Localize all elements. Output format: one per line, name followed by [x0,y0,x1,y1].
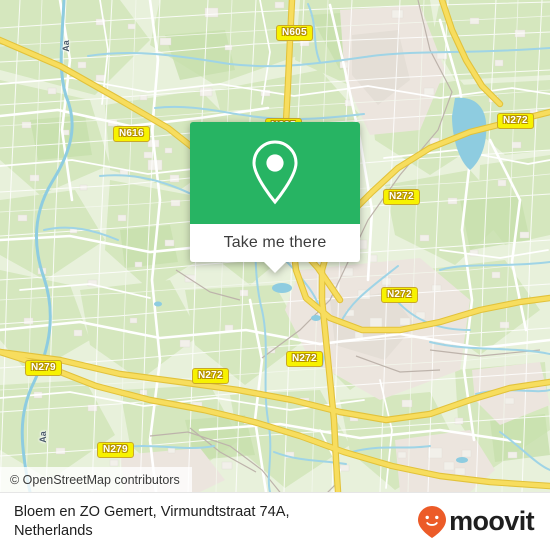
road-shield: N272 [383,189,420,205]
map-attribution[interactable]: © OpenStreetMap contributors [0,467,192,492]
place-title: Bloem en ZO Gemert, Virmundtstraat 74A, … [14,503,290,541]
moovit-logo[interactable]: moovit [417,505,535,539]
waterway-label: Aa [37,431,48,443]
road-shield: N272 [497,113,534,129]
popup-pointer [264,262,286,273]
attribution-text: © OpenStreetMap contributors [10,472,180,487]
road-shield: N279 [25,360,62,376]
road-shield: N605 [276,25,313,41]
footer-bar: Bloem en ZO Gemert, Virmundtstraat 74A, … [0,492,550,550]
place-title-line-1: Bloem en ZO Gemert, Virmundtstraat 74A, [14,503,290,520]
place-title-line-2: Netherlands [14,522,93,539]
map-canvas[interactable]: N605 N616 N272 N605 N272 N272 N272 N272 … [0,0,550,492]
map-pin-icon [252,140,298,205]
moovit-pin-icon [418,505,447,538]
popup-action-area[interactable]: Take me there [190,224,360,273]
road-shield: N616 [113,126,150,142]
road-shield: N272 [286,351,323,367]
waterway-label: Aa [60,40,71,52]
moovit-wordmark: moovit [449,506,535,536]
moovit-map-screenshot: N605 N616 N272 N605 N272 N272 N272 N272 … [0,0,550,550]
popup-image-area [190,122,360,224]
road-shield: N272 [192,368,229,384]
road-shield: N279 [97,442,134,458]
take-me-there-popup[interactable]: Take me there [190,122,360,273]
popup-action-label: Take me there [223,234,327,251]
road-shield: N272 [381,287,418,303]
